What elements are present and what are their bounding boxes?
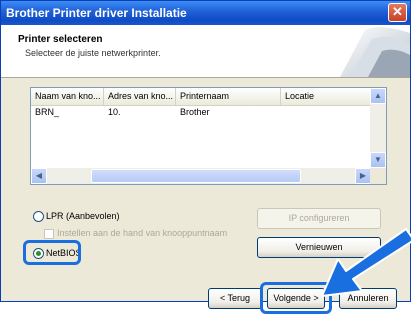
netbios-highlight — [23, 240, 81, 265]
column-node-address[interactable]: Adres van kno... — [104, 88, 176, 105]
scroll-left-icon[interactable]: ◀ — [31, 168, 47, 184]
wizard-header: Printer selecteren Selecteer de juiste n… — [1, 25, 410, 78]
scroll-corner — [370, 168, 386, 184]
manual-node-option: Instellen aan de hand van knooppuntnaam — [44, 228, 227, 239]
close-button[interactable]: ✕ — [388, 3, 407, 22]
ip-configure-button[interactable]: IP configureren — [257, 208, 381, 229]
window-title: Brother Printer driver Installatie — [6, 6, 187, 20]
horizontal-scrollbar[interactable]: ◀ ▶ — [31, 168, 371, 184]
column-printer-name[interactable]: Printernaam — [176, 88, 281, 105]
installer-window: Brother Printer driver Installatie ✕ Pri… — [0, 0, 411, 314]
cell-node-address: 10. — [108, 107, 121, 117]
manual-node-checkbox — [44, 228, 54, 239]
vertical-scrollbar[interactable]: ▲ ▼ — [370, 88, 386, 168]
scroll-up-icon[interactable]: ▲ — [370, 88, 386, 104]
close-icon: ✕ — [392, 4, 403, 19]
page-subtitle: Selecteer de juiste netwerkprinter. — [25, 48, 161, 58]
scroll-right-icon[interactable]: ▶ — [355, 168, 371, 184]
column-location[interactable]: Locatie — [281, 88, 371, 105]
scroll-down-icon[interactable]: ▼ — [370, 152, 386, 168]
next-highlight — [260, 282, 332, 314]
page-title: Printer selecteren — [18, 34, 103, 45]
cancel-button[interactable]: Annuleren — [339, 288, 397, 309]
refresh-button[interactable]: Vernieuwen — [257, 237, 381, 258]
title-bar: Brother Printer driver Installatie ✕ — [1, 1, 410, 25]
printer-graphic-icon — [340, 27, 410, 77]
manual-node-label: Instellen aan de hand van knooppuntnaam — [57, 228, 228, 238]
printer-list[interactable]: Naam van kno... Adres van kno... Printer… — [30, 87, 387, 185]
lpr-label: LPR (Aanbevolen) — [46, 211, 120, 221]
column-node-name[interactable]: Naam van kno... — [31, 88, 104, 105]
lpr-radio[interactable] — [33, 211, 44, 223]
back-button[interactable]: < Terug — [208, 288, 262, 309]
scroll-thumb[interactable] — [91, 169, 301, 183]
list-header: Naam van kno... Adres van kno... Printer… — [31, 88, 371, 106]
cell-printer-name: Brother — [180, 107, 210, 117]
table-row[interactable]: BRN_ 10. Brother — [31, 106, 371, 118]
lpr-option[interactable]: LPR (Aanbevolen) — [33, 211, 120, 223]
cell-node-name: BRN_ — [35, 107, 60, 117]
